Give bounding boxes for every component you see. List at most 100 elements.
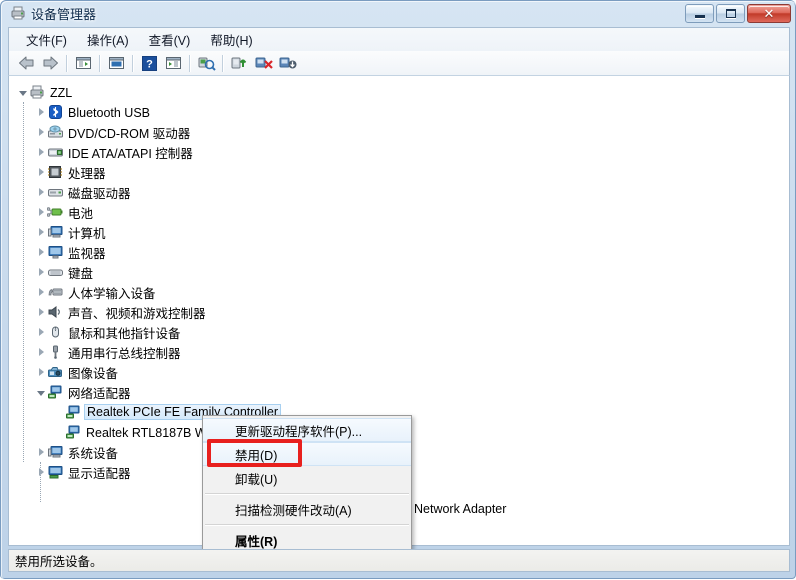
tree-node-computer-type[interactable]: 计算机: [9, 222, 789, 242]
expand-toggle-icon[interactable]: [35, 462, 47, 482]
tree-node-label: 键盘: [68, 267, 94, 281]
disable-device-icon[interactable]: [275, 52, 299, 74]
tree-node-disk-drives[interactable]: 磁盘驱动器: [9, 182, 789, 202]
window-title: 设备管理器: [31, 7, 97, 22]
tree-node-processor[interactable]: 处理器: [9, 162, 789, 182]
menu-file[interactable]: 文件(F): [17, 28, 76, 51]
properties-icon[interactable]: [104, 52, 128, 74]
toolbar-separator: [132, 54, 133, 72]
expand-toggle-icon[interactable]: [35, 202, 47, 222]
tree-node-label: 人体学输入设备: [68, 287, 156, 301]
expand-toggle-icon[interactable]: [35, 442, 47, 462]
expand-toggle-icon[interactable]: [35, 122, 47, 142]
expand-toggle-icon[interactable]: [35, 302, 47, 322]
view-icon[interactable]: [161, 52, 185, 74]
tree-node-label: 网络适配器: [68, 387, 131, 401]
display-icon: [47, 464, 64, 480]
tree-leaf-connector: [53, 422, 65, 442]
minimize-icon: [686, 5, 713, 22]
maximize-button[interactable]: [716, 4, 745, 23]
minimize-button[interactable]: [685, 4, 714, 23]
tree-node-hid[interactable]: 人体学输入设备: [9, 282, 789, 302]
menu-action[interactable]: 操作(A): [78, 28, 138, 51]
tree-node-label: Realtek RTL8187B W: [86, 425, 207, 440]
expand-toggle-icon[interactable]: [35, 222, 47, 242]
expand-toggle-icon[interactable]: [35, 182, 47, 202]
tree-node-label: 图像设备: [68, 367, 119, 381]
toolbar: ?: [8, 51, 790, 76]
context-menu-separator: [205, 493, 409, 494]
tree-node-label: ZZL: [50, 85, 73, 100]
tree-node-dvd-cdrom[interactable]: DVD/CD-ROM 驱动器: [9, 122, 789, 142]
context-menu[interactable]: 更新驱动程序软件(P)... 禁用(D) 卸载(U) 扫描检测硬件改动(A) 属…: [202, 415, 412, 555]
network-adapter-icon: [65, 424, 82, 440]
expand-toggle-icon[interactable]: [35, 282, 47, 302]
expand-toggle-icon[interactable]: [35, 162, 47, 182]
expand-toggle-icon[interactable]: [35, 142, 47, 162]
menu-view[interactable]: 查看(V): [140, 28, 200, 51]
camera-icon: [47, 364, 64, 380]
tree-node-label: 系统设备: [68, 447, 119, 461]
expand-toggle-icon[interactable]: [35, 242, 47, 262]
tree-node-usb-controllers[interactable]: 通用串行总线控制器: [9, 342, 789, 362]
update-driver-icon[interactable]: [227, 52, 251, 74]
status-bar: 禁用所选设备。: [8, 549, 790, 572]
bluetooth-icon: [47, 104, 64, 120]
tree-node-label: 电池: [68, 207, 94, 221]
tree-node-ide-ata-atapi[interactable]: IDE ATA/ATAPI 控制器: [9, 142, 789, 162]
tree-node-keyboard[interactable]: 键盘: [9, 262, 789, 282]
forward-icon[interactable]: [38, 52, 62, 74]
title-bar[interactable]: 设备管理器 ✕: [1, 1, 796, 25]
menu-help[interactable]: 帮助(H): [201, 28, 261, 51]
toolbar-separator: [222, 54, 223, 72]
context-menu-separator: [205, 524, 409, 525]
computer-icon: [29, 84, 46, 100]
ide-icon: [47, 144, 64, 160]
cpu-icon: [47, 164, 64, 180]
ctx-scan-hardware[interactable]: 扫描检测硬件改动(A): [203, 497, 411, 521]
uninstall-device-icon[interactable]: [251, 52, 275, 74]
expand-toggle-icon[interactable]: [35, 362, 47, 382]
expand-toggle-icon[interactable]: [35, 262, 47, 282]
help-icon[interactable]: ?: [137, 52, 161, 74]
expand-toggle-open-icon[interactable]: [17, 82, 29, 102]
tree-node-imaging-devices[interactable]: 图像设备: [9, 362, 789, 382]
status-text: 禁用所选设备。: [15, 555, 103, 569]
battery-icon: [46, 204, 64, 220]
ctx-update-driver[interactable]: 更新驱动程序软件(P)...: [203, 418, 411, 442]
tree-node-label: 磁盘驱动器: [68, 187, 131, 201]
ctx-uninstall[interactable]: 卸载(U): [203, 466, 411, 490]
tree-node-mice[interactable]: 鼠标和其他指针设备: [9, 322, 789, 342]
tree-node-computer[interactable]: ZZL: [9, 82, 789, 102]
device-manager-icon: [10, 5, 26, 21]
expand-toggle-icon[interactable]: [35, 342, 47, 362]
usb-icon: [47, 344, 64, 360]
disk-icon: [47, 184, 64, 200]
expand-toggle-open-icon[interactable]: [35, 382, 47, 402]
tree-node-label-tail: Network Adapter: [414, 502, 507, 516]
tree-node-label: Bluetooth USB: [68, 105, 150, 120]
tree-node-network-adapters[interactable]: 网络适配器: [9, 382, 789, 402]
back-icon[interactable]: [14, 52, 38, 74]
monitor-icon: [47, 244, 64, 260]
tree-node-battery[interactable]: 电池: [9, 202, 789, 222]
maximize-icon: [717, 5, 744, 22]
toolbar-separator: [189, 54, 190, 72]
tree-node-label: 鼠标和其他指针设备: [68, 327, 181, 341]
expand-toggle-icon[interactable]: [35, 102, 47, 122]
mouse-icon: [47, 324, 64, 340]
close-button[interactable]: ✕: [747, 4, 791, 23]
expand-toggle-icon[interactable]: [35, 322, 47, 342]
scan-hardware-changes-icon[interactable]: [194, 52, 218, 74]
show-hide-console-tree-icon[interactable]: [71, 52, 95, 74]
ctx-disable[interactable]: 禁用(D): [203, 442, 411, 466]
tree-node-bluetooth-usb[interactable]: Bluetooth USB: [9, 102, 789, 122]
tree-node-sound-video-game[interactable]: 声音、视频和游戏控制器: [9, 302, 789, 322]
svg-text:?: ?: [146, 58, 153, 70]
tree-leaf-connector: [53, 402, 65, 422]
speaker-icon: [47, 304, 64, 320]
close-icon: ✕: [763, 5, 775, 21]
tree-node-monitor[interactable]: 监视器: [9, 242, 789, 262]
system-icon: [47, 444, 64, 460]
tree-node-label: DVD/CD-ROM 驱动器: [68, 127, 191, 141]
